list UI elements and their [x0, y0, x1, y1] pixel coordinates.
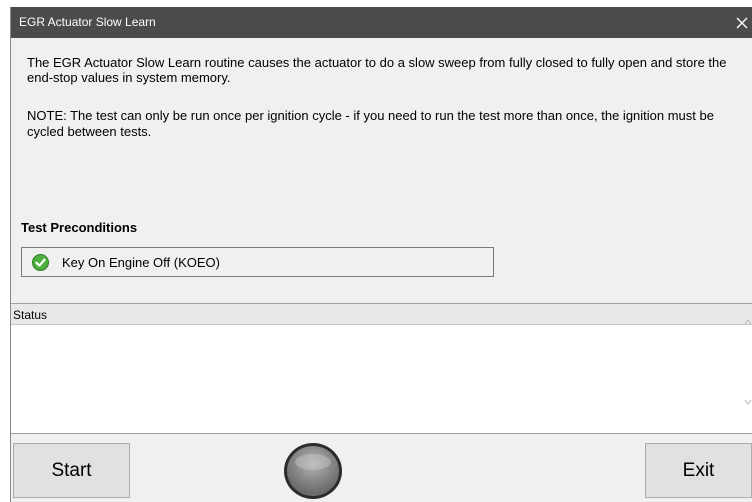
check-icon: [32, 254, 49, 271]
scroll-up-icon[interactable]: [743, 316, 752, 328]
preconditions-heading: Test Preconditions: [21, 220, 138, 235]
close-button[interactable]: [731, 7, 752, 38]
precondition-label: Key On Engine Off (KOEO): [62, 255, 220, 270]
scroll-down-icon[interactable]: [743, 396, 752, 408]
exit-button[interactable]: Exit: [645, 443, 752, 498]
intro-text: The EGR Actuator Slow Learn routine caus…: [27, 55, 727, 85]
title-bar[interactable]: EGR Actuator Slow Learn: [11, 7, 752, 38]
status-panel: Status: [11, 303, 752, 434]
status-led-icon: [284, 443, 342, 499]
start-button[interactable]: Start: [13, 443, 130, 498]
note-text: NOTE: The test can only be run once per …: [27, 108, 714, 139]
status-header-label: Status: [13, 308, 48, 322]
status-text-area[interactable]: [11, 325, 752, 433]
precondition-item: Key On Engine Off (KOEO): [21, 247, 494, 277]
egr-slow-learn-window: EGR Actuator Slow Learn The EGR Actuator…: [10, 7, 752, 502]
status-header: Status: [11, 304, 752, 325]
close-icon: [736, 17, 748, 28]
window-title: EGR Actuator Slow Learn: [19, 15, 156, 29]
